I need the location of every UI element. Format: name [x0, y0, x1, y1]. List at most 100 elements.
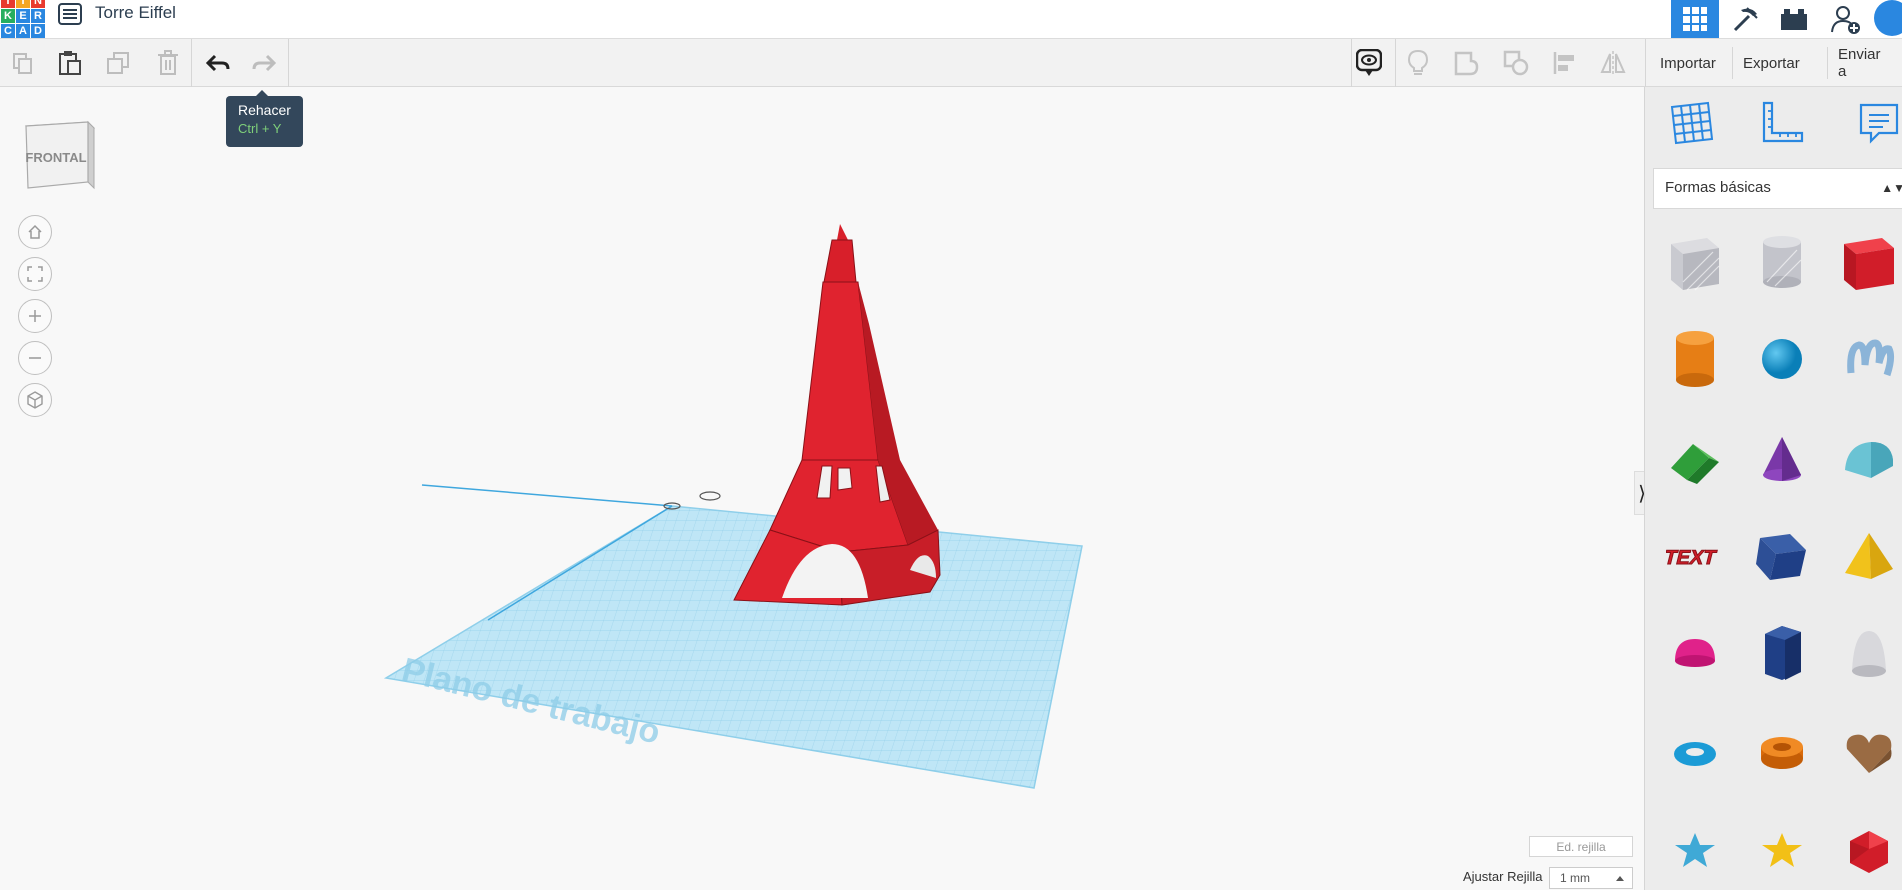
shape-sphere[interactable] — [1751, 328, 1813, 390]
toolbar-separator — [191, 39, 192, 87]
notes-button[interactable] — [1353, 48, 1385, 78]
undo-button[interactable] — [202, 48, 234, 78]
project-title[interactable]: Torre Eiffel — [95, 3, 176, 23]
zoom-out-button[interactable] — [18, 341, 52, 375]
align-icon — [1553, 52, 1574, 74]
shape-category-value: Formas básicas — [1665, 179, 1771, 196]
tinkercad-editor: T I N K E R C A D Torre Eiffel Importar … — [0, 0, 1902, 890]
invite-user-button[interactable] — [1822, 0, 1870, 38]
shape-prism[interactable] — [1751, 525, 1813, 587]
snap-grid-select[interactable]: 1 mm — [1549, 867, 1633, 889]
shape-polygon[interactable] — [1751, 622, 1813, 684]
duplicate-icon — [107, 52, 129, 74]
shape-star[interactable] — [1664, 820, 1726, 882]
view-cube-label: FRONTAL — [25, 150, 86, 165]
design-list-icon[interactable] — [58, 3, 82, 25]
shape-tube[interactable] — [1751, 723, 1813, 785]
tooltip-title: Rehacer — [238, 102, 291, 118]
redo-button[interactable] — [248, 48, 280, 78]
toolbar-separator — [288, 39, 289, 87]
pickaxe-icon — [1733, 7, 1758, 32]
redo-icon — [252, 54, 276, 72]
home-view-button[interactable] — [18, 215, 52, 249]
shape-category-select[interactable]: Formas básicas ▲▼ — [1653, 168, 1902, 209]
3d-view-button[interactable] — [1671, 0, 1719, 38]
lightbulb-icon — [1407, 49, 1429, 75]
cube-icon — [27, 391, 43, 409]
duplicate-button[interactable] — [103, 48, 135, 78]
note-icon — [1859, 103, 1899, 144]
perspective-button[interactable] — [18, 383, 52, 417]
ruler-tool-button[interactable] — [1758, 99, 1806, 147]
toolbar-separator — [1645, 39, 1646, 87]
delete-button[interactable] — [152, 48, 184, 78]
toolbar-separator — [1351, 39, 1352, 87]
speech-eye-icon — [1356, 49, 1382, 76]
codeblocks-button[interactable] — [1722, 0, 1770, 38]
fit-view-button[interactable] — [18, 257, 52, 291]
ruler-handle[interactable] — [699, 491, 721, 501]
logo-letter: K — [1, 9, 15, 23]
shape-text[interactable]: TEXT — [1664, 525, 1726, 587]
ruler-x — [421, 484, 673, 507]
ruler-icon — [1762, 101, 1804, 143]
shape-icosahedron[interactable] — [1838, 820, 1900, 882]
ungroup-button[interactable] — [1500, 48, 1532, 78]
shape-cone[interactable] — [1751, 428, 1813, 490]
copy-icon — [13, 53, 32, 74]
top-bar: T I N K E R C A D Torre Eiffel — [0, 0, 1902, 39]
shape-box[interactable] — [1838, 231, 1900, 293]
ungroup-icon — [1503, 50, 1529, 76]
mirror-button[interactable] — [1597, 48, 1629, 78]
home-icon — [28, 224, 42, 239]
shape-roof[interactable] — [1664, 428, 1726, 490]
copy-button[interactable] — [7, 48, 39, 78]
trash-icon — [158, 50, 178, 75]
shape-paraboloid[interactable] — [1838, 622, 1900, 684]
shape-star-gold[interactable] — [1751, 820, 1813, 882]
shape-cylinder[interactable] — [1664, 328, 1726, 390]
plus-icon — [29, 310, 41, 322]
bricks-button[interactable] — [1770, 0, 1818, 38]
logo-letter: N — [31, 0, 45, 8]
add-user-icon — [1831, 6, 1860, 34]
eiffel-tower-model[interactable] — [733, 224, 941, 606]
tooltip-shortcut: Ctrl + Y — [238, 121, 282, 136]
logo-letter: R — [31, 9, 45, 23]
undo-icon — [206, 54, 230, 72]
shape-heart[interactable] — [1838, 723, 1900, 785]
workplane-tool-button[interactable] — [1668, 99, 1716, 147]
grid-icon — [1683, 7, 1707, 31]
minus-icon — [29, 357, 41, 359]
group-button[interactable] — [1451, 48, 1483, 78]
import-button[interactable]: Importar — [1650, 47, 1726, 79]
shape-scribble[interactable] — [1838, 328, 1900, 390]
tinkercad-logo[interactable]: T I N K E R C A D — [1, 0, 45, 38]
shape-box-hole[interactable] — [1664, 231, 1726, 293]
user-avatar[interactable] — [1874, 0, 1902, 36]
notes-tool-button[interactable] — [1855, 99, 1902, 147]
workplane-scene[interactable]: Plano de trabajo — [370, 200, 1100, 800]
logo-letter: T — [1, 0, 15, 8]
shape-pyramid[interactable] — [1838, 525, 1900, 587]
align-button[interactable] — [1549, 48, 1581, 78]
brick-icon — [1781, 9, 1807, 30]
paste-icon — [59, 51, 81, 75]
shape-cylinder-hole[interactable] — [1751, 231, 1813, 293]
paste-button[interactable] — [54, 48, 86, 78]
group-icon — [1454, 51, 1479, 76]
send-to-button[interactable]: Enviar a — [1827, 46, 1902, 80]
shapes-panel: Formas básicas ▲▼ TEXT — [1644, 87, 1902, 890]
logo-letter: E — [16, 9, 30, 23]
text-shape-label: TEXT — [1666, 547, 1719, 569]
shape-round-roof[interactable] — [1838, 428, 1900, 490]
edit-grid-button[interactable]: Ed. rejilla — [1529, 836, 1633, 857]
select-arrows-icon: ▲▼ — [1881, 181, 1902, 195]
shape-half-sphere[interactable] — [1664, 622, 1726, 684]
shape-torus[interactable] — [1664, 723, 1726, 785]
view-cube[interactable]: FRONTAL — [24, 118, 96, 194]
logo-letter: A — [16, 24, 30, 38]
light-button[interactable] — [1402, 48, 1434, 78]
export-button[interactable]: Exportar — [1732, 47, 1810, 79]
zoom-in-button[interactable] — [18, 299, 52, 333]
